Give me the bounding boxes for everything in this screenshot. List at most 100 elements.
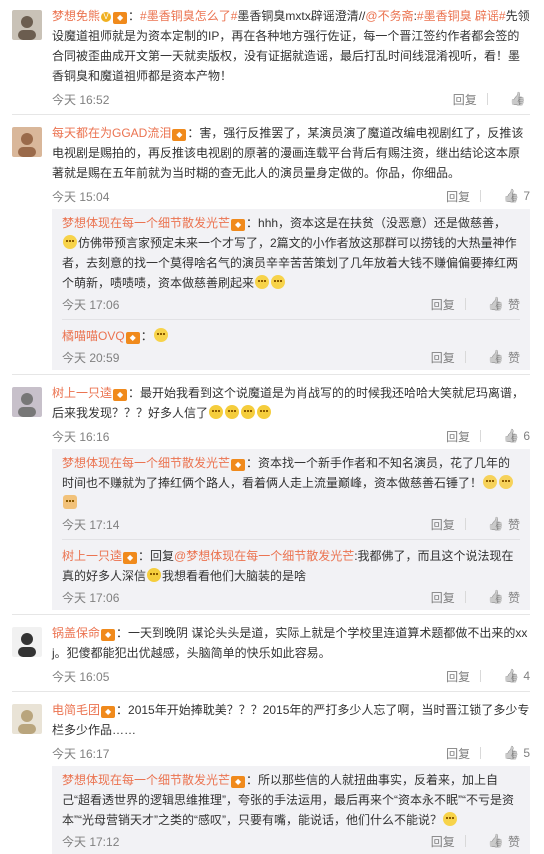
comment-meta: 今天 17:12 回复 👍 赞 bbox=[62, 830, 520, 852]
reply-button[interactable]: 回复 bbox=[446, 188, 470, 205]
topic-link[interactable]: #墨香铜臭 辟谣# bbox=[417, 9, 506, 23]
comment-meta: 今天 20:59 回复 👍 赞 bbox=[62, 346, 520, 368]
like-button[interactable]: 👍 6 bbox=[495, 428, 530, 444]
reply-username[interactable]: 梦想体现在每一个细节散发光芒 bbox=[62, 456, 230, 470]
comment-text: 墨香铜臭mxtx辟谣澄清// bbox=[237, 9, 366, 23]
username[interactable]: 树上一只逵 bbox=[52, 386, 112, 400]
topic-link[interactable]: @梦想体现在每一个细节散发光芒 bbox=[174, 549, 354, 563]
like-button[interactable]: 👍 bbox=[502, 91, 530, 107]
comment-content: 梦想免熊 V ◆ ：#墨香铜臭怎么了#墨香铜臭mxtx辟谣澄清//@不务斋:#墨香铜臭… bbox=[52, 6, 530, 86]
reply-button[interactable]: 回复 bbox=[431, 296, 455, 313]
comment-content: 电简毛团 ◆ ：2015年开始捧耽美？？？2015年的严打多少人忘了啊，当时晋江锁了… bbox=[52, 700, 530, 740]
reply-button[interactable]: 回复 bbox=[431, 589, 455, 606]
like-count: 赞 bbox=[507, 517, 520, 532]
like-button[interactable]: 👍 赞 bbox=[480, 833, 520, 850]
comment-text: 仿佛带预言家预定未来一个才写了，2篇文的小作者放这那群可以捞钱的大热量神作者，去… bbox=[62, 236, 519, 290]
comment-text: ：2015年开始捧耽美？？？2015年的严打多少人忘了啊，当时晋江锁了多少专栏多… bbox=[52, 703, 530, 737]
like-button[interactable]: 👍 赞 bbox=[480, 516, 520, 533]
topic-link[interactable]: @不务斋 bbox=[365, 9, 413, 23]
reply-button[interactable]: 回复 bbox=[446, 428, 470, 445]
reply-button[interactable]: 回复 bbox=[453, 91, 477, 108]
comment-text: ： bbox=[140, 329, 153, 343]
comment-body: 锅盖保命 ◆ ：一天到晚阴 谋论头头是道，实际上就是个学校里连道算术题都做不出来的x… bbox=[52, 623, 530, 687]
comment-text: 我想看看他们大脑装的是啥 bbox=[162, 569, 307, 583]
reply-item: 树上一只逵 ◆ ：回复@梦想体现在每一个细节散发光芒:我都佛了，而且这个说法现在真的… bbox=[62, 546, 520, 608]
divider bbox=[480, 430, 482, 442]
reply-username[interactable]: 橘喵喵OVQ bbox=[62, 329, 125, 343]
like-count: 7 bbox=[523, 189, 530, 203]
like-count: 赞 bbox=[507, 350, 520, 365]
divider bbox=[464, 591, 466, 603]
level-icon: ◆ bbox=[125, 332, 140, 344]
comment-content: 每天都在为GGAD流泪 ◆ ：害，强行反推罢了，某演员演了魔道改编电视剧红了，反推该… bbox=[52, 123, 530, 183]
username[interactable]: 电简毛团 bbox=[52, 703, 100, 717]
level-icon: ◆ bbox=[101, 629, 116, 641]
comment-divider bbox=[12, 374, 530, 375]
verified-icon: V bbox=[101, 12, 112, 22]
avatar[interactable] bbox=[12, 10, 42, 40]
thumbs-up-icon: 👍 bbox=[487, 516, 504, 531]
comment: 树上一只逵 ◆ ：最开始我看到这个说魔道是为肖战写的的时候我还哈哈大笑就尼玛离谱，后… bbox=[0, 383, 544, 610]
emoji-icon bbox=[442, 812, 457, 826]
like-button[interactable]: 👍 7 bbox=[495, 188, 530, 204]
avatar[interactable] bbox=[12, 387, 42, 417]
divider bbox=[486, 93, 488, 105]
reply-button[interactable]: 回复 bbox=[431, 349, 455, 366]
comment-meta: 今天 17:14 回复 👍 赞 bbox=[62, 513, 520, 535]
comment-meta: 今天 16:05 回复 👍 4 bbox=[52, 665, 530, 687]
level-icon: ◆ bbox=[231, 776, 246, 788]
emoji-icon bbox=[271, 275, 286, 289]
avatar[interactable] bbox=[12, 627, 42, 657]
avatar[interactable] bbox=[12, 127, 42, 157]
like-button[interactable]: 👍 5 bbox=[495, 745, 530, 761]
reply-username[interactable]: 梦想体现在每一个细节散发光芒 bbox=[62, 216, 230, 230]
comment-meta: 今天 16:17 回复 👍 5 bbox=[52, 742, 530, 764]
reply-button[interactable]: 回复 bbox=[446, 668, 470, 685]
comment-text: ：回复 bbox=[138, 549, 175, 563]
username[interactable]: 梦想免熊 bbox=[52, 9, 100, 23]
comment-meta: 今天 15:04 回复 👍 7 bbox=[52, 185, 530, 207]
level-icon: ◆ bbox=[113, 12, 128, 24]
reply-button[interactable]: 回复 bbox=[446, 745, 470, 762]
timestamp: 今天 17:06 bbox=[62, 590, 120, 605]
divider bbox=[480, 747, 482, 759]
timestamp: 今天 16:17 bbox=[52, 746, 110, 761]
like-button[interactable]: 👍 4 bbox=[495, 668, 530, 684]
reply-username[interactable]: 梦想体现在每一个细节散发光芒 bbox=[62, 773, 230, 787]
emoji-icon bbox=[257, 405, 272, 419]
avatar[interactable] bbox=[12, 704, 42, 734]
like-button[interactable]: 👍 赞 bbox=[480, 349, 520, 366]
reply-content: 梦想体现在每一个细节散发光芒 ◆ ：hhh，资本这是在扶贫（没恶意）还是做慈善， 仿佛… bbox=[62, 213, 520, 293]
comment-thread: 梦想免熊 V ◆ ：#墨香铜臭怎么了#墨香铜臭mxtx辟谣澄清//@不务斋:#墨香铜臭… bbox=[0, 0, 544, 854]
reply-username[interactable]: 树上一只逵 bbox=[62, 549, 122, 563]
like-button[interactable]: 👍 赞 bbox=[480, 296, 520, 313]
comment-divider bbox=[12, 691, 530, 692]
level-icon: ◆ bbox=[231, 459, 246, 471]
level-icon: ◆ bbox=[123, 552, 138, 564]
topic-link[interactable]: #墨香铜臭怎么了# bbox=[140, 9, 237, 23]
level-icon: ◆ bbox=[101, 706, 116, 718]
emoji-icon bbox=[255, 275, 270, 289]
reply-item: 梦想体现在每一个细节散发光芒 ◆ ：hhh，资本这是在扶贫（没恶意）还是做慈善， 仿佛… bbox=[62, 213, 520, 315]
like-count: 赞 bbox=[507, 590, 520, 605]
emoji-icon bbox=[63, 235, 77, 249]
like-count: 6 bbox=[523, 429, 530, 443]
reply-content: 树上一只逵 ◆ ：回复@梦想体现在每一个细节散发光芒:我都佛了，而且这个说法现在真的… bbox=[62, 546, 520, 586]
reply-button[interactable]: 回复 bbox=[431, 833, 455, 850]
like-button[interactable]: 👍 赞 bbox=[480, 589, 520, 606]
comment-meta: 今天 16:16 回复 👍 6 bbox=[52, 425, 530, 447]
divider bbox=[464, 518, 466, 530]
reply-button[interactable]: 回复 bbox=[431, 516, 455, 533]
reply-list: 梦想体现在每一个细节散发光芒 ◆ ：资本找一个新手作者和不知名演员，花了几年的时间也… bbox=[52, 449, 530, 610]
reply-item: 橘喵喵OVQ ◆： 今天 20:59 回复 👍 赞 bbox=[62, 326, 520, 368]
comment-body: 树上一只逵 ◆ ：最开始我看到这个说魔道是为肖战写的的时候我还哈哈大笑就尼玛离谱，后… bbox=[52, 383, 530, 610]
thumbs-up-icon: 👍 bbox=[509, 91, 526, 106]
thumbs-up-icon: 👍 bbox=[487, 349, 504, 364]
thumbs-up-icon: 👍 bbox=[487, 833, 504, 848]
reply-list: 梦想体现在每一个细节散发光芒 ◆ ：hhh，资本这是在扶贫（没恶意）还是做慈善，仿佛… bbox=[52, 209, 530, 370]
username[interactable]: 每天都在为GGAD流泪 bbox=[52, 126, 171, 140]
username[interactable]: 锅盖保命 bbox=[52, 626, 100, 640]
timestamp: 今天 17:12 bbox=[62, 834, 120, 849]
like-count: 赞 bbox=[507, 834, 520, 849]
reply-item: 梦想体现在每一个细节散发光芒 ◆ ：资本找一个新手作者和不知名演员，花了几年的时间也… bbox=[62, 453, 520, 535]
